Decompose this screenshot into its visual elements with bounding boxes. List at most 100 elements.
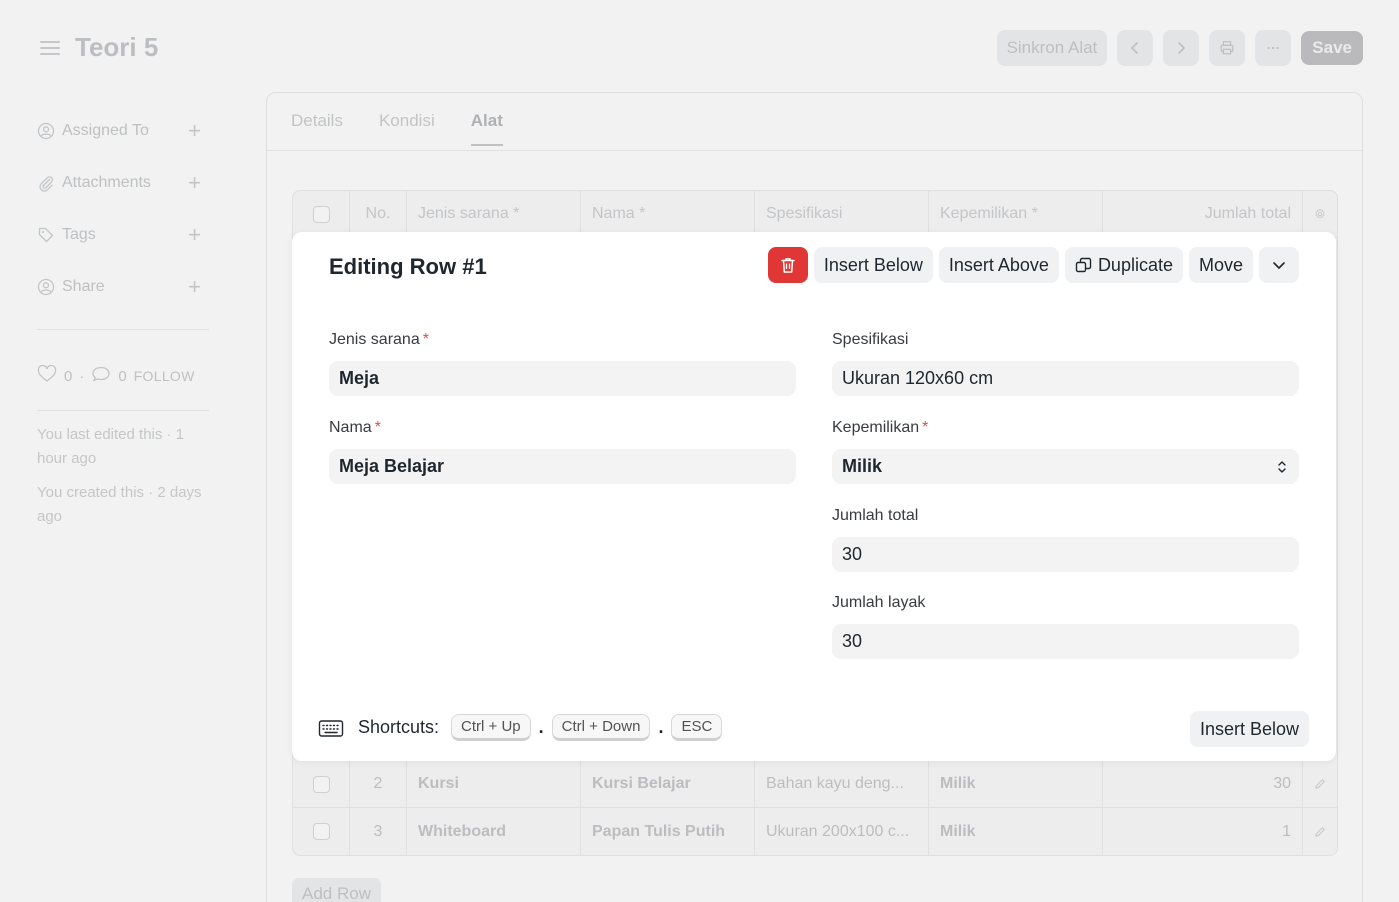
field-spesifikasi: Spesifikasi Ukuran 120x60 cm: [832, 331, 1299, 396]
more-actions-button[interactable]: [1255, 30, 1292, 66]
add-icon[interactable]: +: [188, 222, 201, 248]
menu-icon[interactable]: [40, 38, 60, 58]
edit-row-button[interactable]: [1303, 761, 1337, 807]
shortcut-ctrl-up: Ctrl + Up: [451, 714, 531, 741]
print-button[interactable]: [1209, 30, 1246, 66]
header-jenis-sarana: Jenis sarana *: [407, 191, 581, 237]
tab-bar: Details Kondisi Alat: [291, 93, 503, 148]
comment-icon[interactable]: [91, 365, 111, 387]
row-spesifikasi[interactable]: Bahan kayu deng...: [755, 761, 929, 807]
engagement-stats: 0 · 0 FOLLOW: [37, 364, 209, 388]
add-icon[interactable]: +: [188, 170, 201, 196]
header-spesifikasi: Spesifikasi: [755, 191, 929, 237]
collapse-editor-button[interactable]: [1259, 247, 1299, 283]
spesifikasi-label: Spesifikasi: [832, 331, 909, 348]
save-button[interactable]: Save: [1301, 31, 1363, 65]
footer-insert-below-button[interactable]: Insert Below: [1189, 711, 1309, 747]
select-arrows-icon: [1275, 459, 1289, 475]
jumlah-layak-input[interactable]: 30: [832, 624, 1299, 659]
insert-above-button[interactable]: Insert Above: [938, 247, 1059, 283]
user-circle-icon: [37, 121, 57, 141]
jumlah-total-input[interactable]: 30: [832, 537, 1299, 572]
sidebar-item-label: Tags: [62, 226, 96, 243]
row-no: 2: [350, 761, 407, 807]
header-nama: Nama *: [581, 191, 755, 237]
pencil-icon: [1315, 826, 1325, 837]
row-checkbox-cell: [293, 761, 350, 807]
row-checkbox[interactable]: [312, 775, 330, 793]
nama-label: Nama: [329, 419, 372, 436]
header-jumlah-total: Jumlah total: [1103, 191, 1303, 237]
table-header: No. Jenis sarana * Nama * Spesifikasi Ke…: [293, 191, 1337, 238]
field-label: Jenis sarana *: [329, 331, 796, 351]
row-nama[interactable]: Kursi Belajar: [581, 761, 755, 807]
required-mark: *: [422, 331, 429, 348]
sidebar-item-label: Assigned To: [62, 122, 149, 139]
tab-alat[interactable]: Alat: [470, 93, 503, 148]
row-jumlah-total[interactable]: 30: [1103, 761, 1303, 807]
kepemilikan-label: Kepemilikan: [832, 419, 920, 436]
row-jenis-sarana[interactable]: Kursi: [407, 761, 581, 807]
top-actions: Sinkron Alat Save: [996, 30, 1363, 66]
select-all-cell: [293, 191, 350, 237]
duplicate-button[interactable]: Duplicate: [1064, 247, 1183, 283]
field-kepemilikan: Kepemilikan * Milik: [832, 419, 1299, 484]
chevron-right-icon: [1178, 42, 1186, 54]
sidebar-item-attachments[interactable]: Attachments +: [37, 157, 209, 209]
required-mark: *: [374, 419, 381, 436]
required-mark: *: [922, 419, 929, 436]
heart-icon[interactable]: [37, 364, 57, 387]
divider: [267, 150, 1362, 151]
table-row[interactable]: 3 Whiteboard Papan Tulis Putih Ukuran 20…: [293, 808, 1337, 855]
header-kepemilikan: Kepemilikan *: [929, 191, 1103, 237]
row-kepemilikan[interactable]: Milik: [929, 808, 1103, 855]
shortcut-separator: .: [658, 717, 664, 737]
tab-details[interactable]: Details: [291, 93, 343, 148]
sync-tools-button[interactable]: Sinkron Alat: [996, 30, 1108, 66]
sidebar: Assigned To + Attachments + Tags + Share…: [37, 105, 209, 529]
delete-row-button[interactable]: [767, 247, 808, 283]
shortcut-separator: .: [538, 717, 544, 737]
row-checkbox[interactable]: [312, 823, 330, 840]
divider: [37, 410, 209, 411]
field-label: Kepemilikan *: [832, 419, 1299, 439]
column-settings-button[interactable]: [1303, 191, 1337, 237]
insert-below-button[interactable]: Insert Below: [813, 247, 933, 283]
row-kepemilikan[interactable]: Milik: [929, 761, 1103, 807]
row-jenis-sarana[interactable]: Whiteboard: [407, 808, 581, 855]
comments-count: 0: [118, 367, 127, 385]
likes-count: 0: [64, 367, 73, 385]
spesifikasi-input[interactable]: Ukuran 120x60 cm: [832, 361, 1299, 396]
gear-icon: [1315, 208, 1325, 219]
kepemilikan-select[interactable]: Milik: [832, 449, 1299, 484]
chevron-down-icon: [1273, 262, 1285, 269]
edit-row-button[interactable]: [1303, 808, 1337, 855]
row-no: 3: [350, 808, 407, 855]
ellipsis-icon: [1267, 46, 1279, 50]
created-info: You created this · 2 days ago: [37, 484, 202, 525]
jenis-sarana-input[interactable]: Meja: [329, 361, 796, 396]
move-button[interactable]: Move: [1188, 247, 1253, 283]
jumlah-layak-label: Jumlah layak: [832, 594, 926, 611]
shortcut-esc: ESC: [671, 714, 723, 741]
tab-kondisi[interactable]: Kondisi: [379, 93, 435, 148]
add-row-button[interactable]: Add Row: [292, 878, 381, 902]
sidebar-item-assigned-to[interactable]: Assigned To +: [37, 105, 209, 157]
select-all-checkbox[interactable]: [312, 205, 330, 223]
add-icon[interactable]: +: [188, 118, 201, 144]
nama-input[interactable]: Meja Belajar: [329, 449, 796, 484]
add-icon[interactable]: +: [188, 274, 201, 300]
row-spesifikasi[interactable]: Ukuran 200x100 c...: [755, 808, 929, 855]
editor-title: Editing Row #1: [329, 254, 487, 279]
sidebar-item-tags[interactable]: Tags +: [37, 209, 209, 261]
shortcut-ctrl-down: Ctrl + Down: [551, 714, 651, 741]
follow-link[interactable]: FOLLOW: [134, 368, 195, 384]
sidebar-item-share[interactable]: Share +: [37, 261, 209, 313]
separator-dot: ·: [79, 367, 85, 385]
table-row[interactable]: 2 Kursi Kursi Belajar Bahan kayu deng...…: [293, 761, 1337, 808]
row-jumlah-total[interactable]: 1: [1103, 808, 1303, 855]
pencil-icon: [1315, 779, 1325, 789]
previous-button[interactable]: [1117, 30, 1154, 66]
next-button[interactable]: [1163, 30, 1200, 66]
row-nama[interactable]: Papan Tulis Putih: [581, 808, 755, 855]
